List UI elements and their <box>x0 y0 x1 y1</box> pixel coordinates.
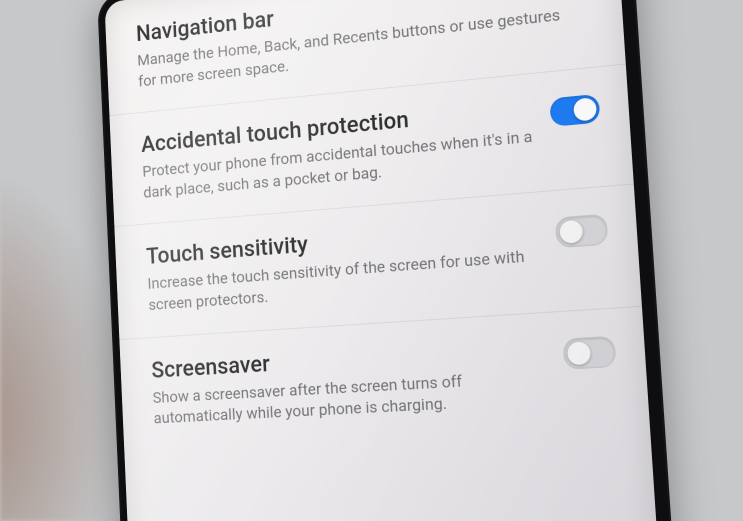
phone-body: Navigation bar Manage the Home, Back, an… <box>97 0 675 521</box>
photo-background: Navigation bar Manage the Home, Back, an… <box>0 0 743 521</box>
setting-row-text: Screensaver Show a screensaver after the… <box>151 332 567 429</box>
phone-wrap: Navigation bar Manage the Home, Back, an… <box>90 0 650 521</box>
setting-row-text: Accidental touch protection Protect your… <box>141 93 554 203</box>
toggle-screensaver[interactable] <box>562 335 616 369</box>
settings-list: Navigation bar Manage the Home, Back, an… <box>104 0 650 452</box>
toggle-knob <box>573 97 597 122</box>
toggle-knob <box>567 341 591 365</box>
toggle-accidental-touch[interactable] <box>549 94 600 127</box>
setting-row-text: Touch sensitivity Increase the touch sen… <box>146 212 560 316</box>
toggle-knob <box>559 220 583 244</box>
phone-screen: Navigation bar Manage the Home, Back, an… <box>104 0 659 521</box>
toggle-touch-sensitivity[interactable] <box>555 214 609 249</box>
